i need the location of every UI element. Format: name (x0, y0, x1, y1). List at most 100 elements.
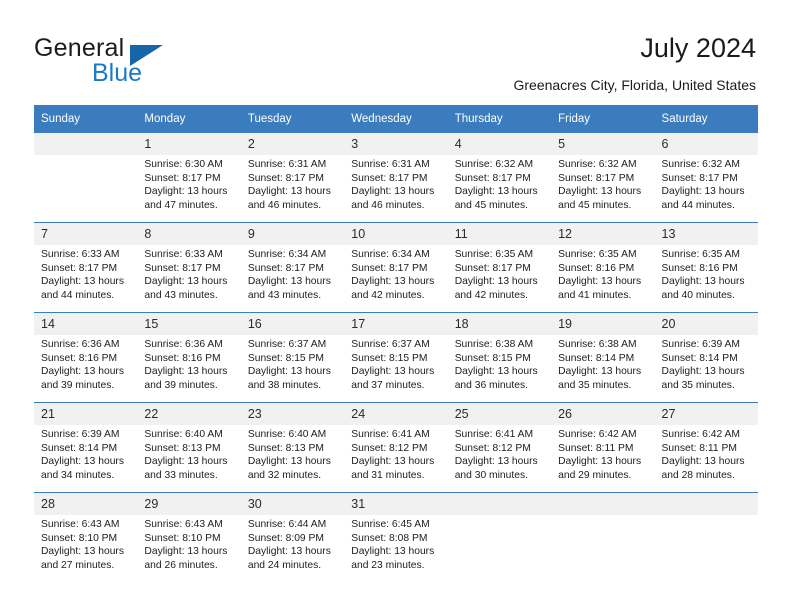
day-cell[interactable]: 26 Sunrise: 6:42 AM Sunset: 8:11 PM Dayligh… (551, 402, 655, 493)
day-cell[interactable]: 2 Sunrise: 6:31 AM Sunset: 8:17 PM Daylight… (240, 133, 345, 223)
general-blue-logo[interactable]: General Blue (34, 36, 254, 88)
day-cell[interactable]: 3 Sunrise: 6:31 AM Sunset: 8:17 PM Daylight… (344, 133, 448, 223)
day-number (34, 133, 138, 155)
daylight-text-line2: and 38 minutes. (247, 379, 322, 391)
sunrise-text: Sunrise: 6:42 AM (661, 429, 740, 440)
day-cell[interactable]: 28 Sunrise: 6:43 AM Sunset: 8:10 PM Dayligh… (34, 492, 138, 582)
day-cell[interactable]: 1 Sunrise: 6:30 AM Sunset: 8:17 PM Daylight… (137, 133, 241, 223)
daylight-text-line2: and 47 minutes. (144, 199, 218, 211)
daylight-text-line2: and 35 minutes. (558, 379, 632, 391)
sunrise-text: Sunrise: 6:32 AM (661, 159, 740, 170)
daylight-text-line1: Daylight: 13 hours (41, 366, 124, 378)
sunset-text: Sunset: 8:17 PM (144, 262, 221, 274)
day-number: 3 (344, 133, 448, 155)
day-cell[interactable]: 23 Sunrise: 6:40 AM Sunset: 8:13 PM Dayligh… (240, 402, 345, 493)
day-cell[interactable]: 29 Sunrise: 6:43 AM Sunset: 8:10 PM Dayligh… (137, 492, 241, 582)
day-cell[interactable]: 22 Sunrise: 6:40 AM Sunset: 8:13 PM Dayligh… (137, 402, 241, 493)
sunset-text: Sunset: 8:09 PM (247, 532, 324, 544)
sunset-text: Sunset: 8:16 PM (144, 352, 221, 364)
day-cell[interactable]: 4 Sunrise: 6:32 AM Sunset: 8:17 PM Daylight… (447, 133, 552, 223)
daylight-text-line2: and 32 minutes. (247, 469, 322, 481)
sunset-text: Sunset: 8:16 PM (661, 262, 738, 274)
sunset-text: Sunset: 8:17 PM (661, 172, 738, 184)
daylight-text-line2: and 24 minutes. (247, 559, 322, 571)
sunset-text: Sunset: 8:12 PM (454, 442, 531, 454)
daylight-text-line2: and 28 minutes. (661, 469, 735, 481)
day-number: 1 (137, 133, 241, 155)
day-sun-info: Sunrise: 6:43 AM Sunset: 8:10 PM Daylight:… (137, 515, 240, 572)
day-number: 18 (447, 313, 552, 335)
daylight-text-line2: and 26 minutes. (144, 559, 218, 571)
sunset-text: Sunset: 8:17 PM (247, 172, 324, 184)
daylight-text-line1: Daylight: 13 hours (351, 186, 435, 198)
day-cell[interactable]: 20 Sunrise: 6:39 AM Sunset: 8:14 PM Dayligh… (654, 312, 758, 403)
day-cell[interactable]: 31 Sunrise: 6:45 AM Sunset: 8:08 PM Dayligh… (344, 492, 448, 582)
day-number: 24 (344, 403, 448, 425)
day-sun-info: Sunrise: 6:33 AM Sunset: 8:17 PM Daylight:… (34, 245, 137, 302)
day-cell[interactable]: 12 Sunrise: 6:35 AM Sunset: 8:16 PM Dayligh… (551, 222, 655, 313)
daylight-text-line2: and 41 minutes. (558, 289, 632, 301)
sunrise-text: Sunrise: 6:36 AM (144, 339, 223, 350)
daylight-text-line2: and 23 minutes. (351, 559, 425, 571)
day-number: 15 (137, 313, 241, 335)
day-number: 29 (137, 493, 241, 515)
day-sun-info: Sunrise: 6:37 AM Sunset: 8:15 PM Daylight:… (241, 335, 344, 392)
sunset-text: Sunset: 8:17 PM (351, 262, 428, 274)
day-cell[interactable]: 16 Sunrise: 6:37 AM Sunset: 8:15 PM Dayligh… (240, 312, 345, 403)
day-cell[interactable]: 19 Sunrise: 6:38 AM Sunset: 8:14 PM Dayligh… (551, 312, 655, 403)
day-cell[interactable]: 5 Sunrise: 6:32 AM Sunset: 8:17 PM Daylight… (551, 133, 655, 223)
weekday-header-monday: Monday (137, 105, 241, 133)
day-cell[interactable]: 30 Sunrise: 6:44 AM Sunset: 8:09 PM Dayligh… (240, 492, 345, 582)
calendar-grid: Sunday Monday Tuesday Wednesday Thursday… (34, 105, 758, 582)
day-cell[interactable]: 21 Sunrise: 6:39 AM Sunset: 8:14 PM Dayligh… (34, 402, 138, 493)
day-number: 16 (240, 313, 345, 335)
day-sun-info: Sunrise: 6:30 AM Sunset: 8:17 PM Daylight:… (137, 155, 240, 212)
day-cell[interactable]: 18 Sunrise: 6:38 AM Sunset: 8:15 PM Dayligh… (447, 312, 552, 403)
daylight-text-line1: Daylight: 13 hours (558, 366, 642, 378)
day-sun-info: Sunrise: 6:31 AM Sunset: 8:17 PM Daylight:… (241, 155, 344, 212)
day-cell-empty (447, 492, 552, 582)
day-sun-info: Sunrise: 6:40 AM Sunset: 8:13 PM Daylight:… (137, 425, 240, 482)
day-cell[interactable]: 25 Sunrise: 6:41 AM Sunset: 8:12 PM Dayligh… (447, 402, 552, 493)
daylight-text-line2: and 33 minutes. (144, 469, 218, 481)
day-number: 28 (34, 493, 138, 515)
logo-text-blue: Blue (92, 59, 143, 87)
day-sun-info: Sunrise: 6:32 AM Sunset: 8:17 PM Daylight:… (655, 155, 758, 212)
day-cell[interactable]: 10 Sunrise: 6:34 AM Sunset: 8:17 PM Dayligh… (344, 222, 448, 313)
sunset-text: Sunset: 8:11 PM (661, 442, 737, 454)
day-cell[interactable]: 13 Sunrise: 6:35 AM Sunset: 8:16 PM Dayligh… (654, 222, 758, 313)
daylight-text-line2: and 39 minutes. (41, 379, 115, 391)
calendar-week-row: 21 Sunrise: 6:39 AM Sunset: 8:14 PM Dayligh… (34, 402, 758, 493)
day-sun-info: Sunrise: 6:34 AM Sunset: 8:17 PM Daylight:… (344, 245, 447, 302)
day-sun-info: Sunrise: 6:43 AM Sunset: 8:10 PM Daylight:… (34, 515, 137, 572)
day-sun-info: Sunrise: 6:39 AM Sunset: 8:14 PM Daylight:… (655, 335, 758, 392)
calendar-week-row: 14 Sunrise: 6:36 AM Sunset: 8:16 PM Dayligh… (34, 312, 758, 403)
day-cell[interactable]: 9 Sunrise: 6:34 AM Sunset: 8:17 PM Daylight… (240, 222, 345, 313)
day-cell[interactable]: 11 Sunrise: 6:35 AM Sunset: 8:17 PM Dayligh… (447, 222, 552, 313)
day-cell[interactable]: 17 Sunrise: 6:37 AM Sunset: 8:15 PM Dayligh… (344, 312, 448, 403)
day-number: 5 (551, 133, 655, 155)
daylight-text-line2: and 29 minutes. (558, 469, 632, 481)
day-cell[interactable]: 27 Sunrise: 6:42 AM Sunset: 8:11 PM Dayligh… (654, 402, 758, 493)
day-sun-info: Sunrise: 6:39 AM Sunset: 8:14 PM Daylight:… (34, 425, 137, 482)
day-sun-info: Sunrise: 6:32 AM Sunset: 8:17 PM Daylight:… (551, 155, 654, 212)
day-sun-info: Sunrise: 6:36 AM Sunset: 8:16 PM Daylight:… (34, 335, 137, 392)
daylight-text-line1: Daylight: 13 hours (41, 276, 124, 288)
daylight-text-line2: and 44 minutes. (41, 289, 115, 301)
day-cell[interactable]: 6 Sunrise: 6:32 AM Sunset: 8:17 PM Daylight… (654, 133, 758, 223)
day-number: 13 (654, 223, 758, 245)
day-number: 19 (551, 313, 655, 335)
sunrise-text: Sunrise: 6:43 AM (41, 519, 120, 530)
sunrise-text: Sunrise: 6:33 AM (41, 249, 120, 260)
sunset-text: Sunset: 8:17 PM (247, 262, 324, 274)
day-sun-info: Sunrise: 6:31 AM Sunset: 8:17 PM Daylight:… (344, 155, 447, 212)
day-cell[interactable]: 14 Sunrise: 6:36 AM Sunset: 8:16 PM Dayligh… (34, 312, 138, 403)
day-cell[interactable]: 15 Sunrise: 6:36 AM Sunset: 8:16 PM Dayligh… (137, 312, 241, 403)
day-cell[interactable]: 7 Sunrise: 6:33 AM Sunset: 8:17 PM Daylight… (34, 222, 138, 313)
day-cell[interactable]: 8 Sunrise: 6:33 AM Sunset: 8:17 PM Daylight… (137, 222, 241, 313)
day-number: 6 (654, 133, 758, 155)
weekday-header-thursday: Thursday (447, 105, 552, 133)
sunset-text: Sunset: 8:10 PM (41, 532, 118, 544)
day-sun-info: Sunrise: 6:36 AM Sunset: 8:16 PM Daylight:… (137, 335, 240, 392)
day-cell[interactable]: 24 Sunrise: 6:41 AM Sunset: 8:12 PM Dayligh… (344, 402, 448, 493)
